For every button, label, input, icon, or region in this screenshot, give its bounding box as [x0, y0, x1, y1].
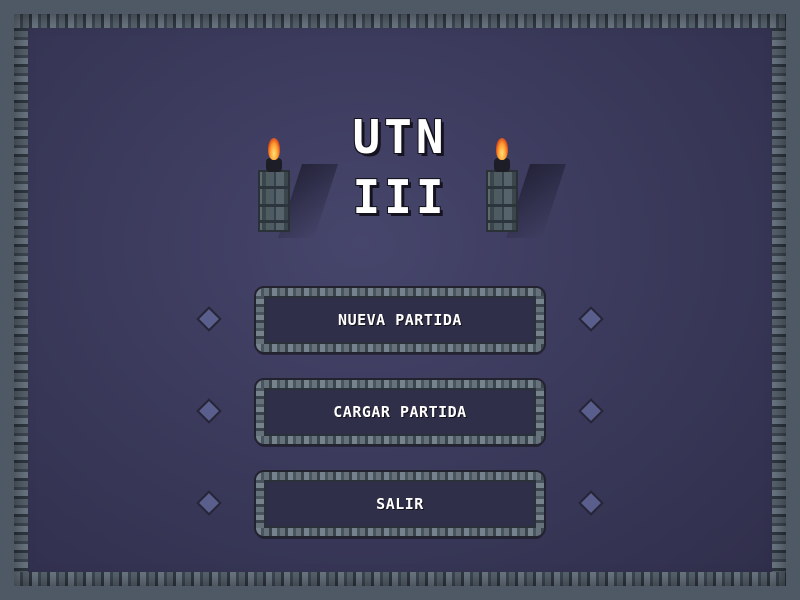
- exit-label: SALIR: [376, 495, 424, 513]
- new-game-button[interactable]: NUEVA PARTIDA: [254, 286, 546, 354]
- game-title-line-2: III: [352, 170, 448, 224]
- diamond-icon: [581, 401, 601, 421]
- new-game-label: NUEVA PARTIDA: [338, 311, 462, 329]
- diamond-icon: [199, 493, 219, 513]
- game-title-line-1: UTN: [352, 110, 448, 164]
- menu-row-load-game: CARGAR PARTIDA: [0, 378, 800, 446]
- exit-button[interactable]: SALIR: [254, 470, 546, 538]
- diamond-icon: [581, 309, 601, 329]
- diamond-icon: [199, 401, 219, 421]
- load-game-label: CARGAR PARTIDA: [333, 403, 467, 421]
- main-menu-screen: UTN III NUEVA PARTIDA CARGAR PARTIDA SAL…: [0, 0, 800, 600]
- diamond-icon: [199, 309, 219, 329]
- load-game-button[interactable]: CARGAR PARTIDA: [254, 378, 546, 446]
- menu-row-new-game: NUEVA PARTIDA: [0, 286, 800, 354]
- menu-row-exit: SALIR: [0, 470, 800, 538]
- diamond-icon: [581, 493, 601, 513]
